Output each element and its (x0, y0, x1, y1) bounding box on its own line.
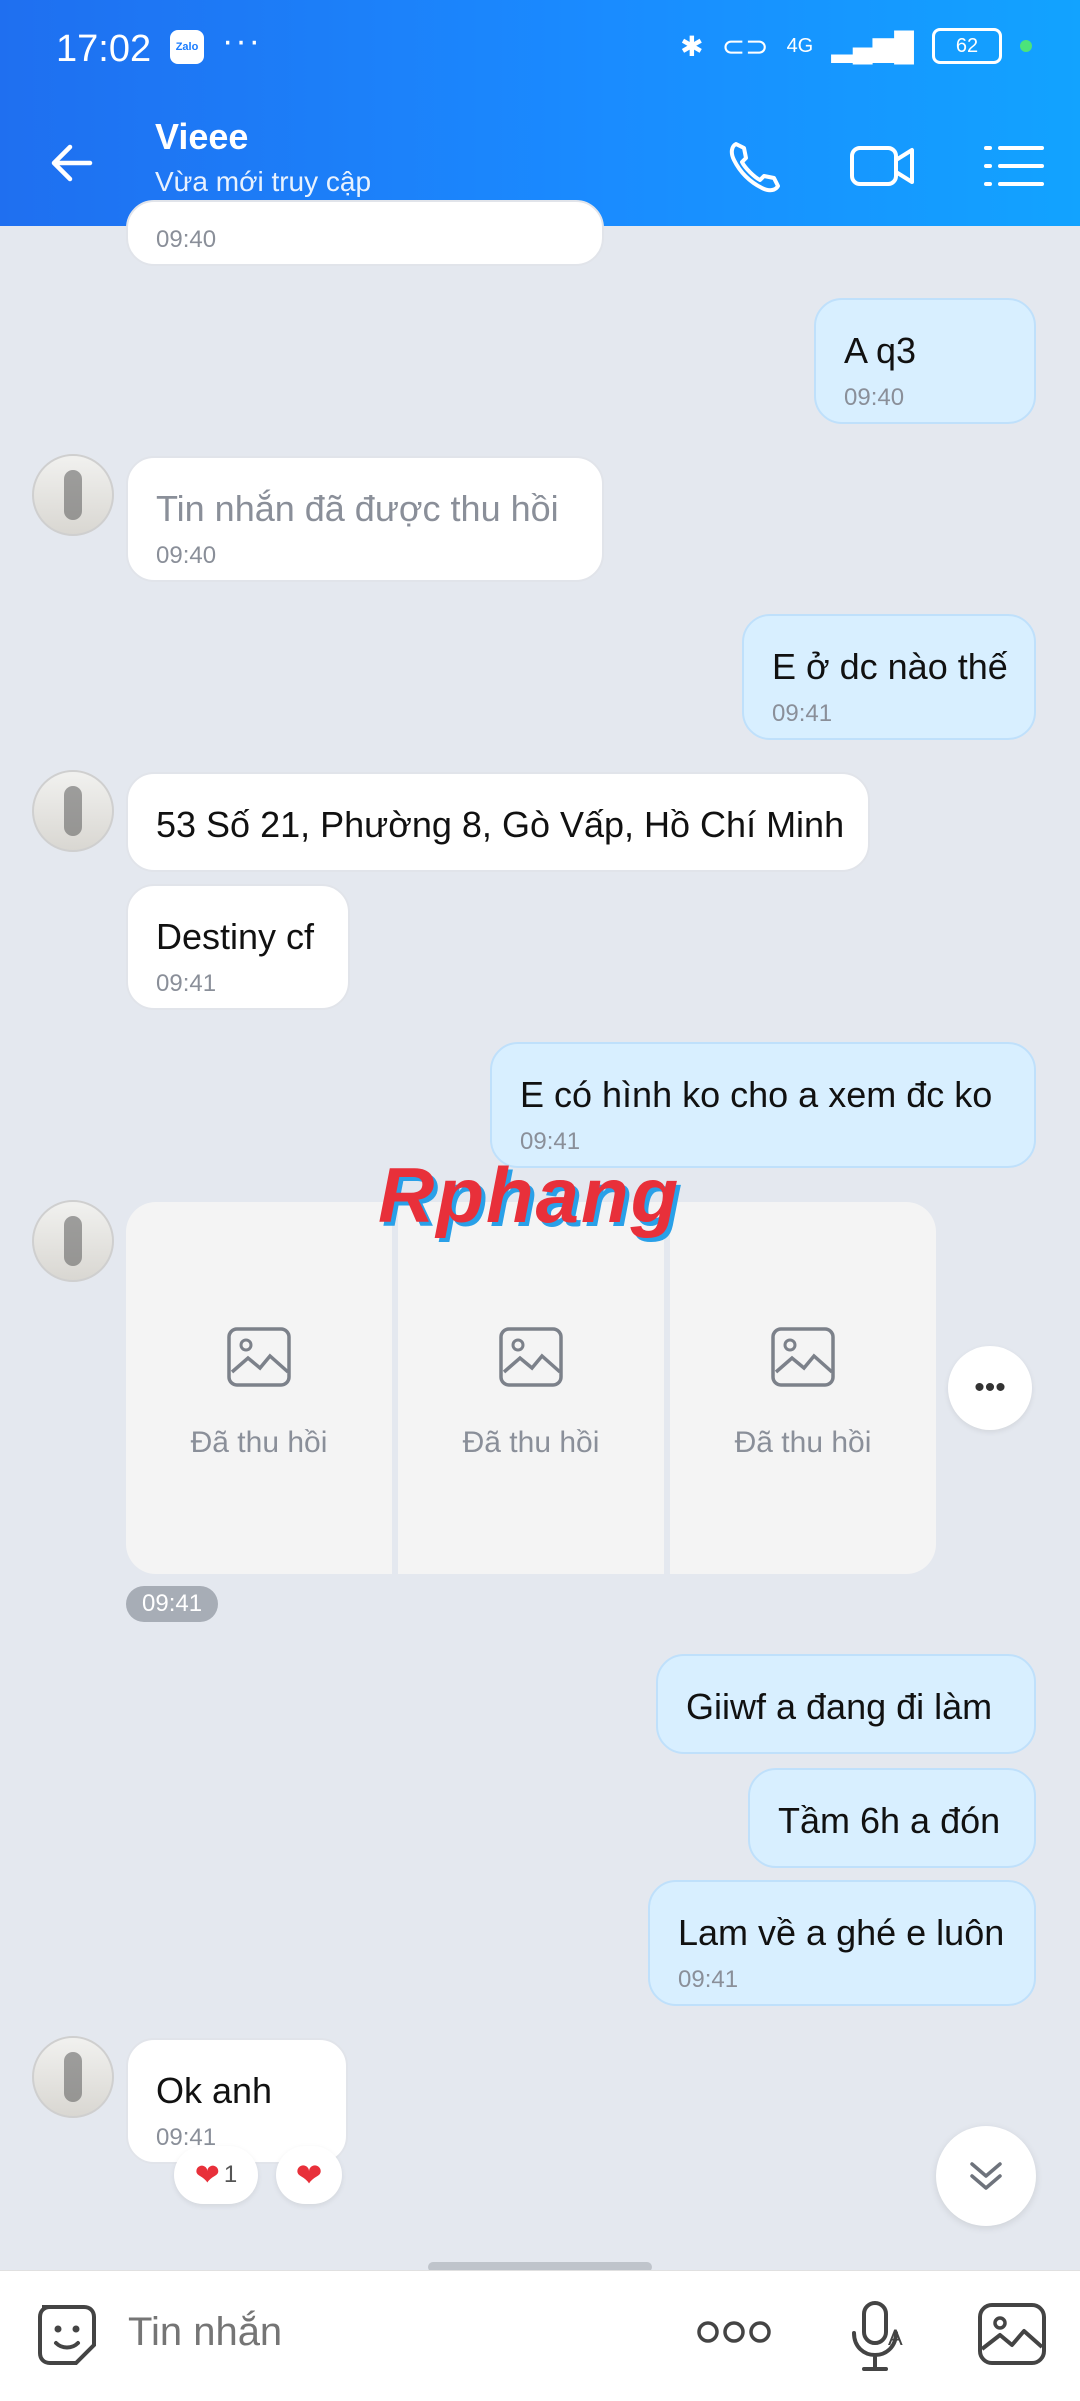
message-time: 09:40 (156, 542, 217, 569)
message-bubble-incoming[interactable]: Destiny cf 09:41 (126, 884, 350, 1010)
status-time: 17:02 (56, 28, 152, 70)
voice-to-text-icon[interactable]: A (846, 2299, 910, 2375)
contact-name[interactable]: Vieee (155, 116, 248, 158)
react-button[interactable]: ❤ (276, 2146, 342, 2204)
message-bubble-incoming[interactable]: 09:40 (126, 200, 604, 266)
message-text: Tin nhắn đã được thu hồi (156, 488, 559, 529)
message-time: 09:40 (844, 384, 905, 411)
message-text: Destiny cf (156, 916, 315, 957)
chat-header: 17:02 Zalo ··· ✱ ⊂⊃ 4G ▂▄▆█ 62 Vieee Vừa… (0, 0, 1080, 226)
recalled-image-group[interactable]: Đã thu hồi Đã thu hồi Đã thu hồi (126, 1202, 936, 1574)
message-bubble-outgoing[interactable]: Giiwf a đang đi làm (656, 1654, 1036, 1754)
bluetooth-icon: ✱ (680, 30, 704, 62)
image-group-time: 09:41 (126, 1586, 219, 1622)
video-call-icon[interactable] (846, 130, 918, 202)
message-input[interactable] (126, 2309, 630, 2356)
more-options-button[interactable]: ••• (948, 1346, 1032, 1430)
composer-bar: A (0, 2270, 1080, 2401)
contact-status: Vừa mới truy cập (155, 166, 372, 197)
battery-level: 62 (955, 34, 979, 57)
link-icon: ⊂⊃ (721, 30, 769, 62)
scroll-to-bottom-button[interactable] (936, 2126, 1036, 2226)
image-placeholder-icon (771, 1327, 835, 1387)
ellipsis-icon: ••• (974, 1371, 1006, 1404)
reaction-summary[interactable]: ❤ 1 (174, 2146, 258, 2204)
zalo-app-icon: Zalo (170, 30, 204, 64)
menu-list-icon[interactable] (978, 130, 1050, 202)
signal-icon: ▂▄▆█ (831, 30, 914, 62)
double-chevron-down-icon (970, 2162, 1002, 2190)
status-more-icon: ··· (222, 22, 262, 60)
message-bubble-incoming[interactable]: 53 Số 21, Phường 8, Gò Vấp, Hồ Chí Minh (126, 772, 870, 872)
more-options-icon[interactable] (696, 2317, 772, 2347)
battery-icon: 62 (932, 28, 1002, 64)
recalled-label: Đã thu hồi (190, 1426, 328, 1459)
reaction-count: 1 (223, 2161, 238, 2188)
watermark-logo: Rphang (378, 1151, 681, 1239)
message-text: E ở dc nào thế (772, 646, 1008, 687)
back-arrow-icon[interactable] (40, 128, 110, 198)
message-bubble-outgoing[interactable]: E ở dc nào thế 09:41 (742, 614, 1036, 740)
sticker-emoji-icon[interactable] (32, 2299, 102, 2371)
contact-avatar[interactable] (32, 770, 114, 852)
contact-avatar[interactable] (32, 454, 114, 536)
message-text: Ok anh (156, 2070, 273, 2111)
status-indicators: ✱ ⊂⊃ 4G ▂▄▆█ 62 (680, 28, 1032, 64)
message-bubble-outgoing[interactable]: A q3 09:40 (814, 298, 1036, 424)
message-text: Giiwf a đang đi làm (686, 1686, 993, 1727)
image-placeholder-icon (499, 1327, 563, 1387)
message-text: Tầm 6h a đón (778, 1800, 1001, 1841)
network-label: 4G (786, 34, 814, 57)
message-time: 09:41 (772, 700, 833, 727)
contact-avatar[interactable] (32, 2036, 114, 2118)
message-text: E có hình ko cho a xem đc ko (520, 1074, 993, 1115)
message-text: 53 Số 21, Phường 8, Gò Vấp, Hồ Chí Minh (156, 804, 845, 845)
active-dot (1020, 40, 1032, 52)
recalled-label: Đã thu hồi (734, 1426, 872, 1459)
contact-avatar[interactable] (32, 1200, 114, 1282)
phone-call-icon[interactable] (718, 130, 790, 202)
message-time: 09:41 (678, 1966, 739, 1993)
message-text: Lam về a ghé e luôn (678, 1912, 1005, 1953)
message-text: A q3 (844, 330, 917, 371)
message-bubble-incoming[interactable]: Tin nhắn đã được thu hồi 09:40 (126, 456, 604, 582)
message-time: 09:41 (156, 970, 217, 997)
recalled-label: Đã thu hồi (462, 1426, 600, 1459)
message-bubble-outgoing[interactable]: Lam về a ghé e luôn 09:41 (648, 1880, 1036, 2006)
message-time: 09:40 (156, 226, 217, 253)
heart-icon: ❤ (295, 2157, 323, 2193)
photo-gallery-icon[interactable] (976, 2299, 1048, 2369)
heart-icon: ❤ (194, 2158, 220, 2192)
recalled-image[interactable]: Đã thu hồi (398, 1202, 664, 1574)
message-bubble-outgoing[interactable]: Tầm 6h a đón (748, 1768, 1036, 1868)
recalled-image[interactable]: Đã thu hồi (126, 1202, 392, 1574)
svg-text:A: A (888, 2325, 903, 2350)
recalled-image[interactable]: Đã thu hồi (670, 1202, 936, 1574)
image-placeholder-icon (227, 1327, 291, 1387)
